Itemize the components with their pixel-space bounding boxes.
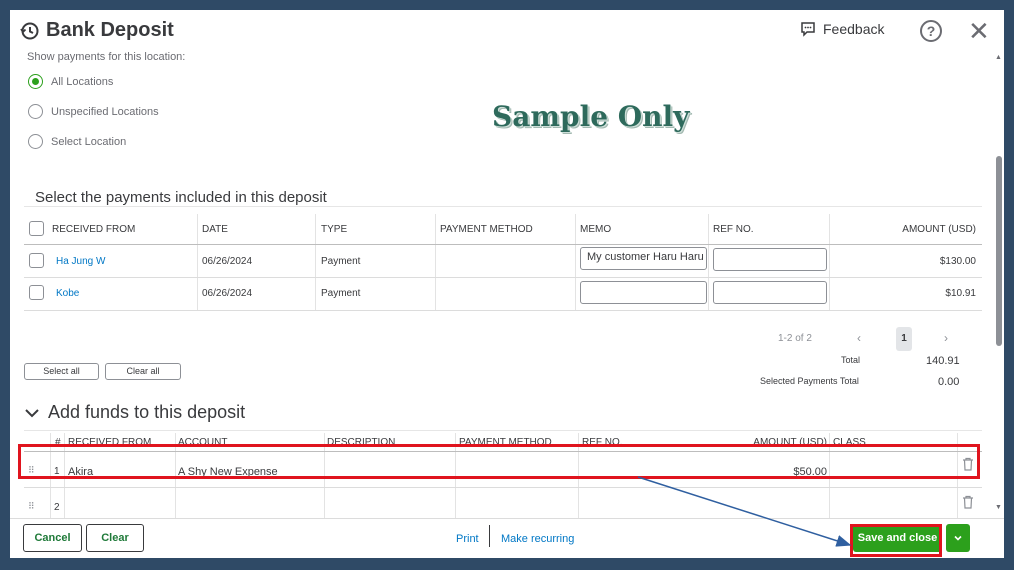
bank-deposit-dialog: Bank Deposit Feedback ? ✕ Show payments … <box>10 10 1004 558</box>
location-option-label: All Locations <box>51 75 114 88</box>
make-recurring-link[interactable]: Make recurring <box>501 533 574 545</box>
chevron-left-icon[interactable]: ‹ <box>857 331 861 345</box>
pagination-current-page[interactable]: 1 <box>896 327 912 351</box>
payment-type: Payment <box>321 256 361 267</box>
funds-row-num: 2 <box>54 502 60 513</box>
payment-received-from[interactable]: Ha Jung W <box>56 256 105 267</box>
chevron-right-icon[interactable]: › <box>944 331 948 345</box>
ref-no-input[interactable] <box>713 248 827 271</box>
payment-row-checkbox[interactable] <box>29 253 44 268</box>
radio-selected-icon <box>28 74 43 89</box>
payment-amount: $10.91 <box>945 288 976 299</box>
dialog-header: Bank Deposit Feedback ? ✕ <box>10 10 1004 48</box>
chevron-down-icon <box>954 535 962 541</box>
ref-no-input[interactable] <box>713 281 827 304</box>
chevron-down-icon <box>25 408 39 417</box>
payment-row-checkbox[interactable] <box>29 285 44 300</box>
location-option-label: Unspecified Locations <box>51 105 159 118</box>
highlight-box-row <box>18 444 980 479</box>
pagination-range: 1-2 of 2 <box>778 333 812 344</box>
dialog-body: Show payments for this location: All Loc… <box>10 48 1004 518</box>
total-value: 140.91 <box>926 355 960 367</box>
col-payment-method: PAYMENT METHOD <box>440 224 533 235</box>
feedback-icon <box>801 22 815 37</box>
col-amount: AMOUNT (USD) <box>902 224 976 235</box>
feedback-button[interactable]: Feedback <box>800 21 884 37</box>
scroll-up-icon[interactable]: ▲ <box>995 54 1002 61</box>
dialog-footer: Cancel Clear Print Make recurring Save a… <box>10 518 1004 558</box>
radio-icon <box>28 134 43 149</box>
feedback-label: Feedback <box>823 21 885 37</box>
payment-date: 06/26/2024 <box>202 288 253 299</box>
cancel-button[interactable]: Cancel <box>23 524 82 552</box>
trash-icon[interactable] <box>962 495 974 509</box>
scroll-down-icon[interactable]: ▼ <box>995 504 1002 511</box>
memo-input[interactable] <box>580 281 707 304</box>
location-option-select[interactable]: Select Location <box>28 134 126 149</box>
select-all-button[interactable]: Select all <box>24 363 99 380</box>
col-date: DATE <box>202 224 228 235</box>
history-icon <box>20 22 39 40</box>
memo-input[interactable]: My customer Haru Haru <box>580 247 707 270</box>
col-ref-no: REF NO. <box>713 224 754 235</box>
selected-total-value: 0.00 <box>938 376 960 388</box>
print-link[interactable]: Print <box>456 533 479 545</box>
total-label: Total <box>841 355 861 365</box>
location-label: Show payments for this location: <box>27 51 186 63</box>
dialog-title: Bank Deposit <box>46 19 174 41</box>
selected-total-label: Selected Payments Total <box>760 376 859 386</box>
save-options-dropdown[interactable] <box>946 524 970 552</box>
sample-watermark: Sample Only <box>492 100 690 133</box>
col-memo: MEMO <box>580 224 612 235</box>
add-funds-toggle[interactable]: Add funds to this deposit <box>24 402 245 423</box>
clear-all-button[interactable]: Clear all <box>105 363 181 380</box>
payments-section-title: Select the payments included in this dep… <box>35 189 327 206</box>
help-icon[interactable]: ? <box>920 20 942 42</box>
radio-icon <box>28 104 43 119</box>
payment-date: 06/26/2024 <box>202 256 253 267</box>
close-icon[interactable]: ✕ <box>968 18 990 44</box>
add-funds-title: Add funds to this deposit <box>48 402 246 422</box>
payment-amount: $130.00 <box>939 256 976 267</box>
location-option-all[interactable]: All Locations <box>28 74 113 89</box>
drag-handle-icon[interactable]: ⠿ <box>28 501 35 512</box>
col-received-from: RECEIVED FROM <box>52 224 136 235</box>
col-type: TYPE <box>321 224 348 235</box>
clear-button[interactable]: Clear <box>86 524 144 552</box>
highlight-box-save <box>850 524 942 557</box>
payment-received-from[interactable]: Kobe <box>56 288 79 299</box>
select-all-checkbox[interactable] <box>29 221 44 236</box>
location-option-label: Select Location <box>51 135 127 148</box>
scrollbar-thumb[interactable] <box>996 156 1002 346</box>
payment-type: Payment <box>321 288 361 299</box>
location-option-unspecified[interactable]: Unspecified Locations <box>28 104 159 119</box>
